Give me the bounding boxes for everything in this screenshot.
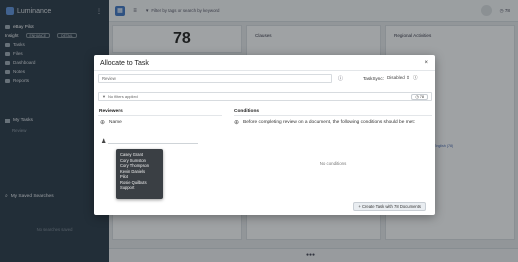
add-circle-icon[interactable]: ⊕ — [100, 119, 105, 126]
info-icon[interactable]: ⓘ — [413, 75, 418, 81]
tasksync-label: TaskSync: — [363, 75, 384, 81]
info-icon[interactable]: ⓘ — [338, 75, 343, 82]
tasksync-select[interactable]: Disabled ⇕ — [387, 75, 410, 81]
document-count-badge: ◷ 78 — [411, 94, 428, 100]
clock-icon: ◷ — [415, 95, 419, 99]
add-reviewer-row[interactable]: ⊕ Name — [100, 119, 122, 126]
create-task-button[interactable]: + Create Task with 78 Documents — [353, 202, 426, 211]
dialog-title: Allocate to Task — [100, 60, 149, 67]
chevron-updown-icon: ⇕ — [406, 75, 410, 80]
add-circle-icon[interactable]: ⊕ — [234, 119, 239, 126]
conditions-description: Before completing review on a document, … — [243, 120, 416, 125]
document-count: 78 — [419, 95, 424, 99]
tasksync-value: Disabled — [386, 75, 405, 80]
title-divider — [94, 70, 435, 71]
add-condition-row[interactable]: ⊕ Before completing review on a document… — [234, 119, 415, 126]
tasksync-control[interactable]: TaskSync: Disabled ⇕ ⓘ — [363, 75, 418, 81]
task-type-select[interactable]: Review — [98, 74, 332, 83]
filter-status: No filters applied — [107, 94, 138, 99]
close-icon[interactable]: × — [424, 60, 428, 66]
reviewers-divider — [98, 115, 222, 116]
reviewer-dropdown: Casey Grant Cory Sumston Cory Thompson K… — [116, 149, 163, 199]
filter-bar[interactable]: ▼ No filters applied ◷ 78 — [98, 92, 432, 101]
reviewers-header: Reviewers — [99, 109, 123, 114]
dropdown-option[interactable]: Support — [120, 185, 159, 191]
conditions-header: Conditions — [234, 109, 260, 114]
reviewer-name-input[interactable] — [108, 143, 198, 144]
no-conditions-text: No conditions — [319, 161, 347, 166]
conditions-divider — [234, 115, 432, 116]
person-icon: ♟ — [101, 139, 107, 145]
name-label: Name — [109, 120, 122, 125]
filter-icon: ▼ — [102, 94, 106, 99]
